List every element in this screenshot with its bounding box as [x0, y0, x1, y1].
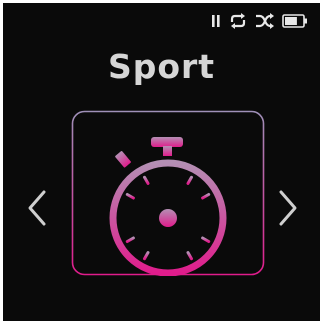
battery-level-fill [285, 17, 297, 25]
stopwatch-icon [109, 137, 227, 276]
repeat-icon [228, 13, 248, 29]
stopwatch-tick [201, 193, 211, 200]
stopwatch-tick [186, 251, 193, 261]
shuffle-icon [255, 13, 275, 29]
stopwatch-tick [125, 193, 135, 200]
stopwatch-tick [125, 236, 135, 243]
menu-item-sport[interactable] [71, 110, 265, 276]
stopwatch-tick [143, 251, 150, 261]
stopwatch-tick [143, 175, 150, 185]
stopwatch-tick [201, 236, 211, 243]
pause-icon [211, 14, 221, 28]
device-screen: Sport [3, 3, 320, 321]
status-bar [211, 10, 308, 32]
battery-icon [282, 14, 308, 28]
chevron-left-icon[interactable] [25, 188, 49, 228]
stopwatch-tick [186, 175, 193, 185]
menu-title: Sport [107, 47, 216, 86]
chevron-right-icon[interactable] [276, 188, 300, 228]
